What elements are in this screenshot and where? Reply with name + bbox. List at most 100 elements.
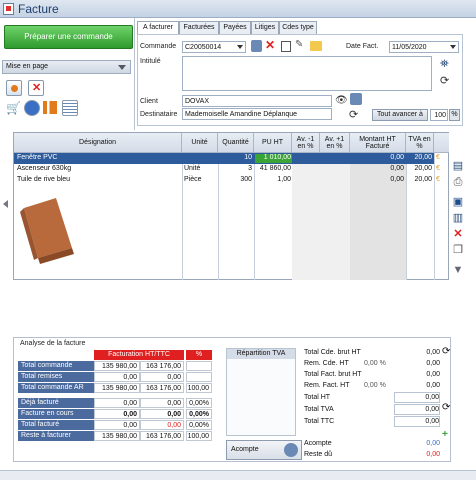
destinataire-value: Mademoiselle Amandine Déplanque [185,111,298,118]
totals-value: 0,00 [426,360,440,367]
eye-icon[interactable]: 👁 [335,95,348,106]
destinataire-label: Destinataire [140,111,178,118]
invoice-lines-grid: Désignation Unité Quantité PU HT Av. -1 … [13,132,449,280]
analyse-row-pct: 0,00% [186,398,212,408]
col-pu-ht[interactable]: PU HT [254,133,292,153]
binoculars-icon[interactable]: ⛯ [440,58,449,71]
tva-coins-icon[interactable]: € [436,175,440,185]
analyse-row-label: Déjà facturé [18,398,104,408]
tva-coins-icon[interactable]: € [436,153,440,163]
row-quantite: 300 [240,176,252,183]
intitule-textarea[interactable] [182,56,432,91]
mise-en-page-label: Mise en page [6,63,49,70]
percent-header: % [186,350,212,360]
date-field[interactable]: 11/05/2020 [389,41,459,53]
col-designation[interactable]: Désignation [14,133,182,153]
analyse-row-ttc: 163 176,00 [140,383,184,393]
commande-value: C20050014 [185,44,222,51]
mise-en-page-dropdown[interactable]: Mise en page [2,60,131,74]
client-field[interactable]: DOVAX [182,95,332,107]
analyse-row-ht: 135 980,00 [94,361,140,371]
print-icon[interactable]: ⎙ [450,176,466,189]
col-av-plus[interactable]: Av. +1 en % [320,133,350,153]
tab-cdes-type[interactable]: Cdes type [279,21,317,34]
analyse-row-ttc: 0,00 [140,409,184,419]
refresh-icon[interactable]: ⟳ [349,108,358,121]
prepare-order-button[interactable]: Préparer une commande [4,25,133,49]
analyse-row-ttc: 0,00 [140,372,184,382]
acompte-button-label: Acompte [231,446,259,453]
totals-value: 0,00 [425,406,439,413]
coins-icon [284,443,298,457]
row-quantite: 10 [244,154,252,161]
delete-document-icon[interactable]: ✕ [28,80,44,96]
commande-select[interactable]: C20050014 [182,41,246,53]
totals-label: Total TTC [304,418,335,425]
analyse-row-label: Total remises [18,372,104,382]
row-designation: Fenêtre PVC [17,154,58,161]
row-montant: 0,00 [390,154,404,161]
cart-icon[interactable]: 🛒 [6,101,21,115]
percent-button[interactable]: % [449,109,460,121]
client-label: Client [140,98,158,105]
add-icon[interactable]: + [442,429,448,440]
refresh-icon[interactable]: ⟳ [440,74,449,87]
new-document-icon[interactable] [6,80,22,96]
facturation-header: Facturation HT/TTC [94,350,184,360]
analyse-row-label: Reste à facturer [18,431,104,441]
analyse-row-ht: 0,00 [94,398,140,408]
client-card-icon[interactable] [350,93,362,105]
destinataire-field[interactable]: Mademoiselle Amandine Déplanque [182,108,332,120]
delete-icon[interactable]: ✕ [265,38,275,52]
duplicate-icon[interactable]: ❐ [450,244,466,257]
refresh-icon[interactable]: ⟳ [442,346,450,357]
collapse-left-icon[interactable] [3,200,8,208]
client-value: DOVAX [185,98,209,105]
tab-payees[interactable]: Payées [219,21,251,34]
save-icon[interactable]: ▣ [450,196,466,209]
totals-pct: 0,00 % [364,382,386,389]
col-montant-ht[interactable]: Montant HT Facturé [350,133,406,153]
refresh-icon[interactable]: ⟳ [442,402,450,413]
list-icon[interactable] [62,100,78,116]
folder-icon[interactable] [310,41,322,51]
row-unite: Pièce [184,176,202,183]
status-bar [0,470,476,480]
row-pu: 1 010,00 [263,154,291,161]
scan-icon[interactable]: ▤ [450,160,466,173]
col-av-minus[interactable]: Av. -1 en % [292,133,320,153]
analyse-row-pct: 100,00 [186,383,212,393]
attach-icon[interactable]: ✎ [295,39,303,50]
date-label: Date Fact. [346,43,379,50]
tva-coins-icon[interactable]: € [436,164,440,174]
tab-facturees[interactable]: Facturées [179,21,219,34]
globe-icon[interactable] [24,100,40,116]
analyse-row-ht: 135 980,00 [94,383,140,393]
copy-icon[interactable] [281,41,291,52]
col-quantite[interactable]: Quantité [218,133,254,153]
chevron-down-icon [118,65,126,70]
totals-value: 0,00 [426,349,440,356]
totals-value: 0,00 [426,382,440,389]
tab-a-facturer[interactable]: A facturer [137,21,179,35]
chart-icon[interactable] [43,101,57,114]
date-value: 11/05/2020 [392,44,427,51]
commande-label: Commande [140,43,177,50]
row-pu: 41 860,00 [259,165,291,172]
row-quantite: 3 [248,165,252,172]
avancer-percent-field[interactable]: 100 [430,109,448,121]
row-tva: 20,00 [414,154,432,161]
acompte-button[interactable]: Acompte [226,440,302,460]
scroll-down-icon[interactable]: ▼ [450,264,466,277]
window-title: Facture [18,2,59,16]
tab-litiges[interactable]: Litiges [251,21,279,34]
col-unite[interactable]: Unité [182,133,218,153]
tout-avancer-button[interactable]: Tout avancer à [372,109,428,121]
search-order-icon[interactable] [251,40,262,52]
analyse-row-ttc: 163 176,00 [140,361,184,371]
delete-row-icon[interactable]: ✕ [450,228,466,241]
totals-label: Rem. Fact. HT [304,382,350,389]
chevron-down-icon [237,45,243,49]
col-tva[interactable]: TVA en % [406,133,434,153]
insert-row-icon[interactable]: ▥ [450,212,466,225]
